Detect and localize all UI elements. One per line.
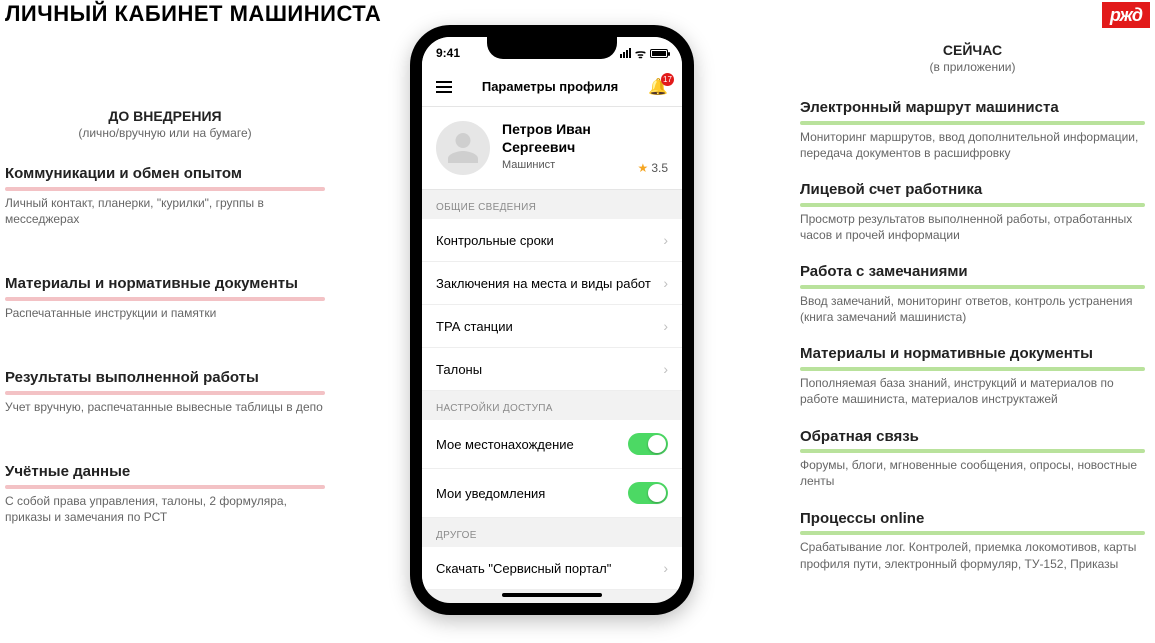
left-item: Коммуникации и обмен опытом Личный конта… [5,165,325,227]
status-time: 9:41 [436,46,460,60]
item-title: Коммуникации и обмен опытом [5,165,325,184]
left-col-sub: (лично/вручную или на бумаге) [5,126,325,140]
wifi-icon: ᯤ [635,45,646,62]
right-item: Лицевой счет работника Просмотр результа… [800,181,1145,243]
section-access-label: НАСТРОЙКИ ДОСТУПА [422,391,682,420]
item-title: Материалы и нормативные документы [800,345,1145,364]
green-underline [800,531,1145,535]
chevron-right-icon: › [663,560,668,576]
row-label: ТРА станции [436,319,513,334]
row-tra-station[interactable]: ТРА станции › [422,305,682,348]
toggle-notifications[interactable] [628,482,668,504]
section-other-label: ДРУГОЕ [422,518,682,547]
item-title: Учётные данные [5,463,325,482]
signal-icon [620,48,631,58]
item-title: Лицевой счет работника [800,181,1145,200]
left-item: Учётные данные С собой права управления,… [5,463,325,525]
profile-name: Петров Иван Сергеевич [502,121,642,156]
right-item: Обратная связь Форумы, блоги, мгновенные… [800,428,1145,490]
section-general-label: ОБЩИЕ СВЕДЕНИЯ [422,190,682,219]
red-underline [5,297,325,301]
right-col-sub: (в приложении) [800,60,1145,74]
item-desc: Ввод замечаний, мониторинг ответов, конт… [800,293,1145,325]
row-label: Талоны [436,362,482,377]
bell-badge: 17 [661,73,674,86]
row-label: Контрольные сроки [436,233,554,248]
home-indicator [502,593,602,597]
item-title: Работа с замечаниями [800,263,1145,282]
profile-card: Петров Иван Сергеевич Машинист ★ 3.5 [422,107,682,190]
right-item: Материалы и нормативные документы Пополн… [800,345,1145,407]
phone-mockup: 9:41 ᯤ Параметры профиля 🔔 17 Петров Ива… [410,25,694,615]
left-item: Материалы и нормативные документы Распеч… [5,275,325,321]
item-desc: Распечатанные инструкции и памятки [5,305,325,321]
hamburger-icon[interactable] [436,81,452,93]
red-underline [5,485,325,489]
item-title: Электронный маршрут машиниста [800,99,1145,118]
chevron-right-icon: › [663,361,668,377]
item-title: Обратная связь [800,428,1145,447]
item-desc: Срабатывание лог. Контролей, приемка лок… [800,539,1145,571]
red-underline [5,187,325,191]
row-label: Мои уведомления [436,486,545,501]
chevron-right-icon: › [663,318,668,334]
avatar-placeholder-icon [445,130,481,166]
chevron-right-icon: › [663,232,668,248]
left-item: Результаты выполненной работы Учет вручн… [5,369,325,415]
row-label: Мое местонахождение [436,437,574,452]
phone-notch [487,37,617,59]
green-underline [800,121,1145,125]
row-my-location[interactable]: Мое местонахождение [422,420,682,469]
avatar [436,121,490,175]
item-title: Результаты выполненной работы [5,369,325,388]
page-title: ЛИЧНЫЙ КАБИНЕТ МАШИНИСТА [5,1,381,27]
row-download-portal[interactable]: Скачать "Сервисный портал" › [422,547,682,590]
row-label: Скачать "Сервисный портал" [436,561,611,576]
item-desc: Мониторинг маршрутов, ввод дополнительно… [800,129,1145,161]
green-underline [800,285,1145,289]
item-title: Материалы и нормативные документы [5,275,325,294]
battery-icon [650,49,668,58]
chevron-right-icon: › [663,275,668,291]
profile-rating: ★ 3.5 [638,161,668,175]
right-item: Процессы online Срабатывание лог. Контро… [800,510,1145,572]
item-desc: Просмотр результатов выполненной работы,… [800,211,1145,243]
star-icon: ★ [638,161,649,175]
green-underline [800,449,1145,453]
green-underline [800,203,1145,207]
row-my-notifications[interactable]: Мои уведомления [422,469,682,518]
right-item: Работа с замечаниями Ввод замечаний, мон… [800,263,1145,325]
row-label: Заключения на места и виды работ [436,276,651,291]
toggle-location[interactable] [628,433,668,455]
row-talons[interactable]: Талоны › [422,348,682,391]
row-control-deadlines[interactable]: Контрольные сроки › [422,219,682,262]
left-col-head: ДО ВНЕДРЕНИЯ [5,108,325,124]
green-underline [800,367,1145,371]
right-col-head: СЕЙЧАС [800,42,1145,58]
item-desc: Пополняемая база знаний, инструкций и ма… [800,375,1145,407]
notifications-bell-icon[interactable]: 🔔 17 [648,77,668,97]
row-work-conclusions[interactable]: Заключения на места и виды работ › [422,262,682,305]
item-desc: Личный контакт, планерки, "курилки", гру… [5,195,325,227]
screen-title: Параметры профиля [482,79,618,94]
right-item: Электронный маршрут машиниста Мониторинг… [800,99,1145,161]
rzd-logo: ржд [1102,2,1150,28]
item-desc: С собой права управления, талоны, 2 форм… [5,493,325,525]
item-desc: Учет вручную, распечатанные вывесные таб… [5,399,325,415]
item-title: Процессы online [800,510,1145,529]
red-underline [5,391,325,395]
rating-value: 3.5 [651,161,668,175]
item-desc: Форумы, блоги, мгновенные сообщения, опр… [800,457,1145,489]
